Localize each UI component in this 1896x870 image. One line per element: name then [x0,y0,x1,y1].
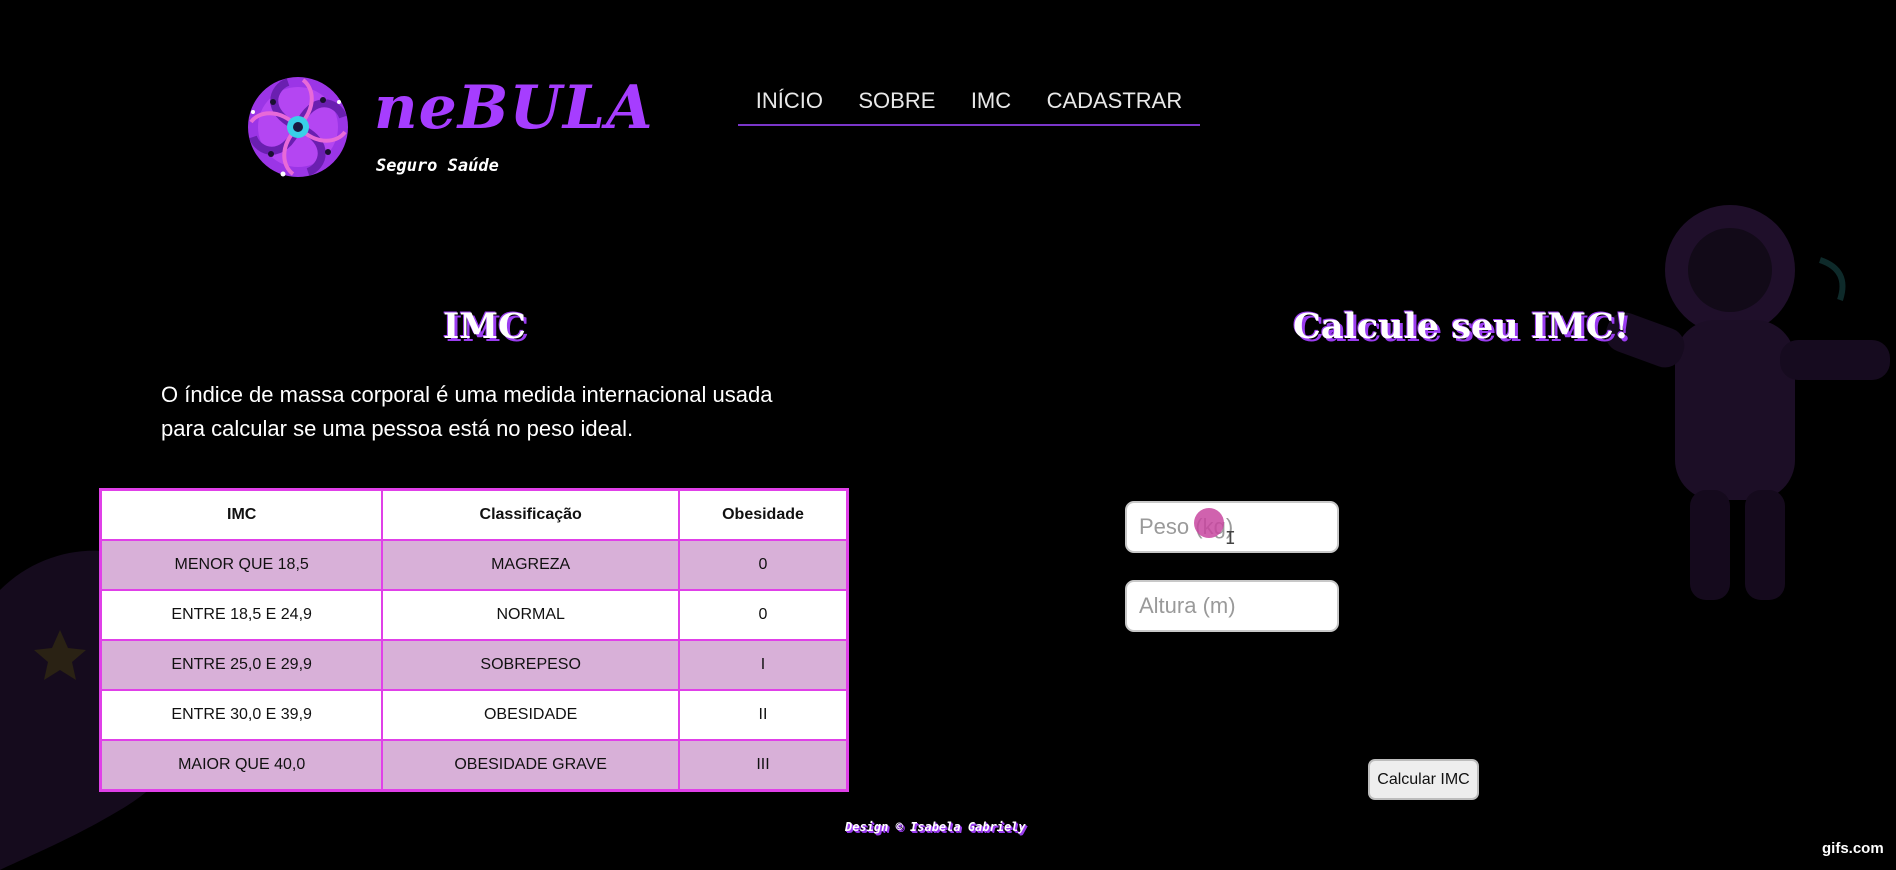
altura-input[interactable] [1125,580,1339,632]
table-cell-classificacao: SOBREPESO [381,639,680,691]
column-header-imc: IMC [99,488,384,541]
table-row: MENOR QUE 18,5 MAGREZA 0 [99,539,849,591]
imc-classification-table: IMC Classificação Obesidade MENOR QUE 18… [99,488,849,792]
table-cell-obesidade: III [678,739,849,792]
table-cell-imc: MAIOR QUE 40,0 [99,739,384,792]
table-cell-imc: ENTRE 25,0 E 29,9 [99,639,384,691]
click-indicator [1194,508,1224,538]
table-cell-obesidade: II [678,689,849,741]
gifs-watermark: gifs.com [1822,840,1884,857]
imc-section-title: IMC [443,306,526,347]
table-cell-imc: ENTRE 30,0 E 39,9 [99,689,384,741]
text-cursor-icon: I [1225,528,1236,549]
nav-item-cadastrar[interactable]: CADASTRAR [1047,88,1183,114]
astronaut-background-icon [1605,205,1890,600]
imc-description: O índice de massa corporal é uma medida … [161,382,773,441]
calculator-title: Calcule seu IMC! [1293,306,1630,347]
table-cell-classificacao: OBESIDADE GRAVE [381,739,680,792]
page: neBULA Seguro Saúde INÍCIO SOBRE IMC CAD… [0,0,1896,870]
table-cell-obesidade: I [678,639,849,691]
nav-item-inicio[interactable]: INÍCIO [756,88,823,114]
galaxy-logo-icon [248,77,348,177]
table-header-row: IMC Classificação Obesidade [99,488,849,541]
main-nav: INÍCIO SOBRE IMC CADASTRAR [738,88,1200,126]
table-cell-classificacao: NORMAL [381,589,680,641]
table-cell-imc: MENOR QUE 18,5 [99,539,384,591]
table-cell-obesidade: 0 [678,589,849,641]
table-row: ENTRE 30,0 E 39,9 OBESIDADE II [99,689,849,741]
table-cell-classificacao: OBESIDADE [381,689,680,741]
calculate-imc-button[interactable]: Calcular IMC [1368,759,1479,800]
nav-item-imc[interactable]: IMC [971,88,1011,114]
table-cell-obesidade: 0 [678,539,849,591]
table-row: MAIOR QUE 40,0 OBESIDADE GRAVE III [99,739,849,792]
footer-credit: Design © Isabela Gabriely [845,820,1026,834]
brand-tagline: Seguro Saúde [376,156,499,176]
column-header-obesidade: Obesidade [678,488,849,541]
table-row: ENTRE 18,5 E 24,9 NORMAL 0 [99,589,849,641]
table-row: ENTRE 25,0 E 29,9 SOBREPESO I [99,639,849,691]
column-header-classificacao: Classificação [381,488,680,541]
brand-name: neBULA [374,73,654,143]
nav-item-sobre[interactable]: SOBRE [858,88,935,114]
table-cell-imc: ENTRE 18,5 E 24,9 [99,589,384,641]
table-cell-classificacao: MAGREZA [381,539,680,591]
